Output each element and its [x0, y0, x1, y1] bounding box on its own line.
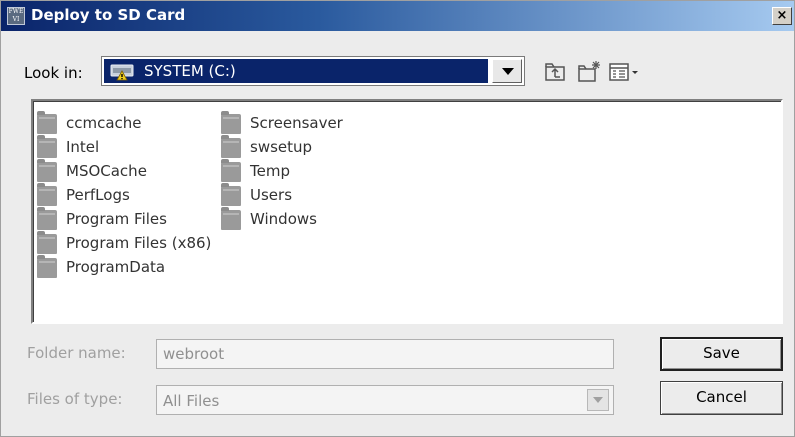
cancel-button[interactable]: Cancel	[660, 381, 783, 415]
look-in-label: Look in:	[24, 64, 83, 82]
folder-icon	[221, 111, 241, 134]
file-list[interactable]: ccmcache Intel MSOCache PerfLogs Program…	[31, 99, 783, 324]
folder-icon	[37, 111, 57, 134]
folder-icon	[37, 159, 57, 182]
folder-name-field[interactable]	[156, 339, 614, 369]
folder-icon	[221, 135, 241, 158]
folder-name-label: Folder name:	[27, 344, 126, 362]
window-title: Deploy to SD Card	[31, 6, 186, 24]
folder-icon	[37, 255, 57, 278]
chevron-down-icon[interactable]	[492, 59, 522, 83]
folder-icon	[221, 207, 241, 230]
folder-name-input[interactable]	[157, 340, 613, 368]
view-menu-icon[interactable]	[608, 59, 642, 85]
title-bar[interactable]: FWE VI Deploy to SD Card ×	[1, 1, 794, 31]
folder-icon	[37, 135, 57, 158]
drive-warning-icon	[110, 64, 134, 81]
close-button[interactable]: ×	[772, 7, 792, 25]
folder-icon	[37, 207, 57, 230]
files-of-type-dropdown[interactable]: All Files	[156, 385, 614, 415]
folder-icon	[37, 231, 57, 254]
look-in-dropdown[interactable]: SYSTEM (C:)	[101, 56, 525, 86]
look-in-selected: SYSTEM (C:)	[104, 59, 488, 83]
folder-icon	[221, 183, 241, 206]
chevron-down-icon[interactable]	[587, 389, 609, 411]
files-of-type-value: All Files	[163, 392, 220, 410]
files-of-type-label: Files of type:	[27, 390, 123, 408]
folder-icon	[221, 159, 241, 182]
look-in-value: SYSTEM (C:)	[144, 62, 236, 80]
deploy-dialog: FWE VI Deploy to SD Card × Look in: SYST…	[0, 0, 795, 437]
app-icon: FWE VI	[7, 7, 25, 25]
save-button[interactable]: Save	[660, 337, 783, 371]
new-folder-icon[interactable]	[576, 59, 602, 85]
up-folder-icon[interactable]	[543, 59, 569, 85]
folder-icon	[37, 183, 57, 206]
